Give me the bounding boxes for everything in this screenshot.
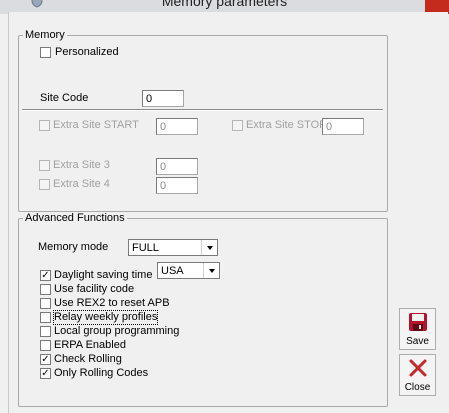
- option-checkbox[interactable]: ✓: [40, 270, 51, 281]
- personalized-checkbox[interactable]: [40, 47, 51, 58]
- option-checkbox[interactable]: [40, 298, 51, 309]
- save-button[interactable]: Save: [399, 308, 436, 350]
- memory-mode-select[interactable]: FULL: [128, 239, 218, 256]
- personalized-label: Personalized: [55, 46, 119, 58]
- erpa-enabled-label: ERPA Enabled: [54, 339, 126, 351]
- memory-group-legend: Memory: [25, 29, 65, 41]
- extra-site-start-input[interactable]: 0: [156, 118, 198, 135]
- floppy-disk-icon: [407, 311, 429, 336]
- extra-site-stop-input[interactable]: 0: [322, 118, 364, 135]
- memory-mode-label: Memory mode: [38, 241, 109, 253]
- daylight-region-select[interactable]: USA: [157, 262, 220, 279]
- red-x-icon: [408, 358, 428, 381]
- check-rolling-label: Check Rolling: [54, 353, 122, 365]
- chevron-down-icon[interactable]: [201, 240, 217, 255]
- extra-site-3-input[interactable]: 0: [156, 158, 198, 175]
- extra-site-4-checkbox[interactable]: [39, 179, 50, 190]
- extra-site-stop-label: Extra Site STOP: [246, 119, 327, 131]
- extra-site-stop-checkbox[interactable]: [232, 120, 243, 131]
- memory-mode-value: FULL: [132, 242, 159, 254]
- chevron-down-icon[interactable]: [203, 263, 219, 278]
- only-rolling-codes-label: Only Rolling Codes: [54, 367, 149, 379]
- option-checkbox[interactable]: [40, 340, 51, 351]
- site-code-input[interactable]: 0: [142, 90, 184, 107]
- memory-separator: [22, 109, 383, 111]
- extra-site-start-checkbox[interactable]: [39, 120, 50, 131]
- extra-site-start-label: Extra Site START: [53, 119, 139, 131]
- relay-weekly-profiles-label: Relay weekly profiles: [52, 310, 159, 325]
- use-rex2-label: Use REX2 to reset APB: [54, 297, 170, 309]
- option-checkbox[interactable]: [40, 312, 51, 323]
- save-label: Save: [406, 336, 429, 347]
- option-checkbox[interactable]: [40, 326, 51, 337]
- close-label: Close: [404, 382, 431, 393]
- extra-site-4-label: Extra Site 4: [53, 178, 110, 190]
- window-title: Memory parameters: [161, 0, 288, 9]
- option-checkbox[interactable]: ✓: [40, 354, 51, 365]
- use-facility-code-label: Use facility code: [54, 283, 135, 295]
- dialog-client-area: Memory Personalized Site Code 0 Extra Si…: [8, 12, 448, 413]
- extra-site-3-checkbox[interactable]: [39, 160, 50, 171]
- close-button[interactable]: Close: [399, 354, 436, 396]
- advanced-functions-legend: Advanced Functions: [25, 212, 125, 224]
- daylight-region-value: USA: [161, 265, 184, 277]
- site-code-label: Site Code: [40, 92, 89, 104]
- local-group-programming-label: Local group programming: [54, 325, 180, 337]
- option-checkbox[interactable]: ✓: [40, 368, 51, 379]
- extra-site-3-label: Extra Site 3: [53, 159, 110, 171]
- option-checkbox[interactable]: [40, 284, 51, 295]
- daylight-saving-label: Daylight saving time: [54, 269, 153, 281]
- extra-site-4-input[interactable]: 0: [156, 177, 198, 194]
